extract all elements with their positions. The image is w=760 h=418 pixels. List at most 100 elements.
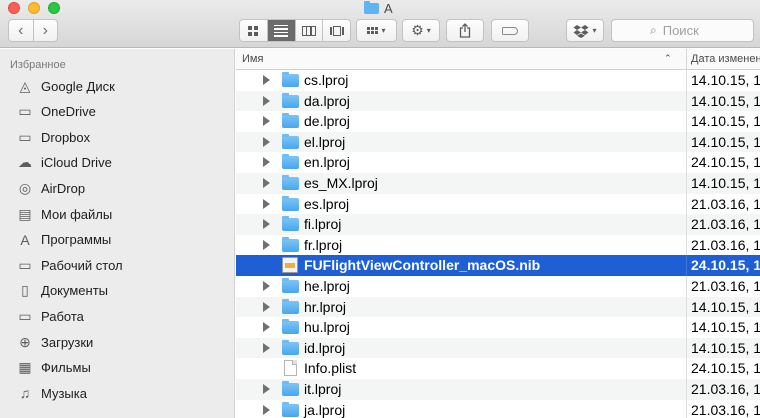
- sidebar-item[interactable]: ▭ OneDrive: [16, 101, 96, 123]
- minimize-window-button[interactable]: [28, 2, 40, 14]
- search-field[interactable]: ⌕ Поиск: [611, 19, 754, 42]
- column-view-icon: [301, 25, 316, 36]
- file-date-modified: 21.03.16, 11:05: [691, 381, 760, 397]
- sidebar-item-label: Мои файлы: [41, 206, 113, 222]
- disclosure-triangle-icon[interactable]: [263, 157, 270, 168]
- file-date-modified: 21.03.16, 11:05: [691, 401, 760, 418]
- sidebar-item[interactable]: ◬ Google Диск: [16, 75, 115, 97]
- sidebar-item[interactable]: ⊕ Загрузки: [16, 331, 93, 353]
- file-row[interactable]: es.lproj 21.03.16, 11:05: [236, 193, 760, 215]
- file-row[interactable]: he.lproj 21.03.16, 11:05: [236, 276, 760, 297]
- sidebar-item[interactable]: ▯ Документы: [16, 280, 108, 302]
- disclosure-triangle-icon[interactable]: [263, 301, 270, 312]
- folder-icon: [282, 72, 299, 87]
- file-row[interactable]: cs.lproj 14.10.15, 11:05: [236, 70, 760, 91]
- file-date-modified: 14.10.15, 11:05: [691, 133, 760, 150]
- date-modified-column-header[interactable]: Дата изменения: [691, 53, 760, 65]
- file-name: it.lproj: [304, 381, 342, 397]
- sidebar-item[interactable]: ♫ Музыка: [16, 382, 87, 404]
- file-date-modified: 14.10.15, 11:05: [691, 113, 760, 130]
- file-row[interactable]: it.lproj 21.03.16, 11:05: [236, 379, 760, 400]
- file-row[interactable]: fr.lproj 21.03.16, 11:05: [236, 234, 760, 256]
- file-row[interactable]: de.lproj 14.10.15, 11:05: [236, 111, 760, 132]
- file-row[interactable]: en.lproj 24.10.15, 11:05: [236, 152, 760, 173]
- disclosure-triangle-icon[interactable]: [263, 178, 270, 188]
- chevron-down-icon: ▾: [592, 26, 597, 35]
- sidebar-item-label: Dropbox: [41, 129, 91, 145]
- file-row[interactable]: ja.lproj 21.03.16, 11:05: [236, 399, 760, 418]
- file-row[interactable]: da.lproj 14.10.15, 11:05: [236, 90, 760, 112]
- disclosure-triangle-icon[interactable]: [263, 404, 270, 415]
- file-name: id.lproj: [304, 339, 346, 356]
- disclosure-triangle-icon[interactable]: [263, 322, 270, 333]
- list-view-button[interactable]: [267, 20, 296, 41]
- movies-icon: ▦: [18, 359, 32, 376]
- folder-icon: [282, 401, 299, 417]
- chevron-down-icon: ▾: [426, 26, 431, 35]
- file-row[interactable]: el.lproj 14.10.15, 11:05: [236, 131, 760, 153]
- chevron-down-icon: ▾: [381, 26, 386, 35]
- disclosure-triangle-icon[interactable]: [263, 136, 270, 147]
- close-window-button[interactable]: [8, 2, 20, 14]
- file-row[interactable]: Info.plist 24.10.15, 11:05: [236, 358, 760, 379]
- file-date-modified: 21.03.16, 11:05: [691, 236, 760, 253]
- file-row[interactable]: id.lproj 14.10.15, 11:05: [236, 337, 760, 359]
- sidebar-item[interactable]: ▭ Работа: [16, 305, 84, 327]
- file-name: he.lproj: [304, 278, 350, 294]
- sidebar-item[interactable]: ☁ iCloud Drive: [16, 152, 112, 174]
- file-row[interactable]: FUFlightViewController_macOS.nib 24.10.15…: [236, 255, 760, 276]
- back-button[interactable]: ‹: [9, 20, 33, 41]
- tag-icon: [502, 26, 518, 35]
- forward-button[interactable]: ›: [34, 20, 58, 41]
- sidebar-item-label: Музыка: [41, 385, 87, 401]
- disclosure-triangle-icon[interactable]: [263, 95, 270, 106]
- folder-icon: [282, 216, 299, 232]
- disclosure-triangle-icon[interactable]: [263, 239, 270, 250]
- file-name: hu.lproj: [304, 319, 350, 336]
- sidebar-item[interactable]: ▭ Рабочий стол: [16, 254, 122, 276]
- sidebar-item[interactable]: ▤ Мои файлы: [16, 203, 112, 225]
- disclosure-triangle-icon[interactable]: [263, 219, 270, 230]
- document-icon: [284, 360, 297, 377]
- column-view-button[interactable]: [296, 20, 324, 41]
- file-row[interactable]: hu.lproj 14.10.15, 11:05: [236, 317, 760, 338]
- disclosure-triangle-icon[interactable]: [263, 384, 270, 394]
- arrange-button[interactable]: ▾: [356, 19, 397, 42]
- sidebar-item[interactable]: ▭ Dropbox: [16, 126, 90, 148]
- file-name: es_MX.lproj: [304, 175, 378, 191]
- disclosure-triangle-icon[interactable]: [263, 342, 270, 353]
- cover-flow-view-button[interactable]: [323, 20, 350, 41]
- file-row[interactable]: hr.lproj 14.10.15, 11:05: [236, 296, 760, 318]
- all-files-icon: ▤: [18, 205, 32, 222]
- search-icon: ⌕: [650, 23, 657, 37]
- action-button[interactable]: ⚙ ▾: [402, 19, 440, 42]
- disclosure-triangle-icon[interactable]: [263, 198, 270, 209]
- name-column-header[interactable]: Имя: [242, 53, 263, 65]
- file-name: es.lproj: [304, 195, 350, 212]
- dropbox-button[interactable]: ▾: [566, 19, 604, 42]
- file-name: en.lproj: [304, 154, 350, 171]
- sidebar-item[interactable]: ◎ AirDrop: [16, 177, 85, 199]
- disclosure-triangle-icon[interactable]: [263, 281, 270, 291]
- file-date-modified: 24.10.15, 11:05: [691, 257, 760, 274]
- folder-icon: ▭: [18, 128, 32, 145]
- sidebar-item-label: iCloud Drive: [41, 155, 112, 171]
- disclosure-triangle-icon[interactable]: [263, 75, 270, 85]
- file-row[interactable]: es_MX.lproj 14.10.15, 11:05: [236, 173, 760, 194]
- documents-icon: ▯: [21, 282, 29, 299]
- file-date-modified: 21.03.16, 11:05: [691, 278, 760, 294]
- sidebar-item-label: AirDrop: [41, 180, 86, 196]
- sidebar-item[interactable]: A Программы: [16, 229, 111, 251]
- share-button[interactable]: [446, 19, 484, 42]
- icon-view-button[interactable]: [240, 20, 268, 41]
- downloads-icon: ⊕: [19, 333, 31, 350]
- sidebar-item[interactable]: ▦ Фильмы: [16, 357, 90, 379]
- file-name: cs.lproj: [304, 72, 349, 88]
- folder-icon: [282, 195, 299, 211]
- arrange-icon: [367, 27, 379, 34]
- disclosure-triangle-icon[interactable]: [263, 116, 270, 127]
- sidebar-section-header: Избранное: [10, 59, 66, 71]
- tags-button[interactable]: [491, 19, 529, 42]
- file-row[interactable]: fi.lproj 21.03.16, 11:05: [236, 214, 760, 235]
- zoom-window-button[interactable]: [48, 2, 60, 14]
